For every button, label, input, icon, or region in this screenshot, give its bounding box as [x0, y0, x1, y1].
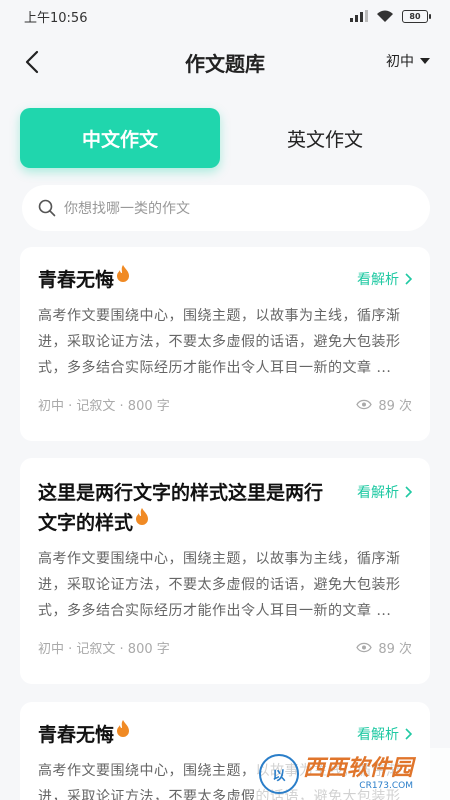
flame-icon	[117, 265, 130, 282]
search-icon	[38, 199, 56, 217]
view-analysis-link[interactable]: 看解析	[357, 724, 412, 744]
essay-card[interactable]: 这里是两行文字的样式这里是两行文字的样式 看解析 高考作文要围绕中心，围绕主题，…	[20, 458, 430, 684]
view-analysis-link[interactable]: 看解析	[357, 269, 412, 289]
card-header: 青春无悔 看解析	[38, 720, 412, 750]
battery-icon: 80	[402, 9, 431, 23]
watermark: 以 西西软件园 CR173.COM	[255, 748, 450, 800]
watermark-sub: CR173.COM	[359, 780, 414, 791]
card-info: 初中 · 记叙文 · 800 字	[38, 642, 170, 657]
card-title: 青春无悔	[38, 265, 412, 295]
status-icons: 80	[350, 9, 431, 23]
caret-down-icon	[420, 58, 430, 64]
eye-icon	[356, 642, 373, 653]
status-time: 上午10:56	[24, 10, 88, 26]
search-input[interactable]: 你想找哪一类的作文	[22, 185, 430, 231]
essay-card[interactable]: 青春无悔 看解析 高考作文要围绕中心，围绕主题，以故事为主线，循序渐进，采取论证…	[20, 247, 430, 441]
level-select[interactable]: 初中	[386, 51, 430, 71]
card-title: 青春无悔	[38, 720, 412, 750]
view-count: 89 次	[356, 395, 412, 414]
view-count-label: 89 次	[378, 399, 412, 414]
view-analysis-label: 看解析	[357, 727, 399, 743]
card-meta: 初中 · 记叙文 · 800 字 89 次	[38, 638, 412, 657]
chevron-right-icon	[405, 273, 412, 285]
card-excerpt: 高考作文要围绕中心，围绕主题，以故事为主线，循序渐进，采取论证方法，不要太多虚假…	[38, 551, 401, 619]
tab-english-essay[interactable]: 英文作文	[220, 108, 430, 168]
watermark-text: 西西软件园 CR173.COM	[303, 755, 414, 791]
view-analysis-link[interactable]: 看解析	[357, 482, 412, 502]
search-placeholder: 你想找哪一类的作文	[64, 201, 190, 217]
category-tabs: 中文作文 英文作文	[20, 108, 430, 170]
page-title: 作文题库	[185, 51, 265, 76]
view-analysis-label: 看解析	[357, 272, 399, 288]
view-count: 89 次	[356, 638, 412, 657]
card-title: 这里是两行文字的样式这里是两行文字的样式	[38, 482, 324, 534]
view-analysis-label: 看解析	[357, 485, 399, 501]
signal-icon	[350, 10, 368, 22]
level-select-value: 初中	[386, 54, 414, 70]
watermark-main: 西西软件园	[303, 755, 414, 781]
flame-icon	[136, 508, 149, 525]
chevron-left-icon	[25, 50, 39, 74]
eye-icon	[356, 399, 373, 410]
card-header: 这里是两行文字的样式这里是两行文字的样式 看解析	[38, 478, 412, 538]
card-excerpt: 高考作文要围绕中心，围绕主题，以故事为主线，循序渐进，采取论证方法，不要太多虚假…	[38, 308, 401, 376]
card-meta: 初中 · 记叙文 · 800 字 89 次	[38, 395, 412, 414]
chevron-right-icon	[405, 728, 412, 740]
chevron-right-icon	[405, 486, 412, 498]
view-count-label: 89 次	[378, 642, 412, 657]
watermark-logo: 以	[259, 754, 299, 794]
card-info: 初中 · 记叙文 · 800 字	[38, 399, 170, 414]
wifi-icon	[377, 10, 393, 22]
flame-icon	[117, 720, 130, 737]
status-bar: 上午10:56 80	[0, 0, 450, 32]
nav-bar: 作文题库 初中	[0, 36, 450, 88]
tab-chinese-essay[interactable]: 中文作文	[20, 108, 220, 168]
card-header: 青春无悔 看解析	[38, 265, 412, 295]
back-button[interactable]	[18, 48, 46, 76]
